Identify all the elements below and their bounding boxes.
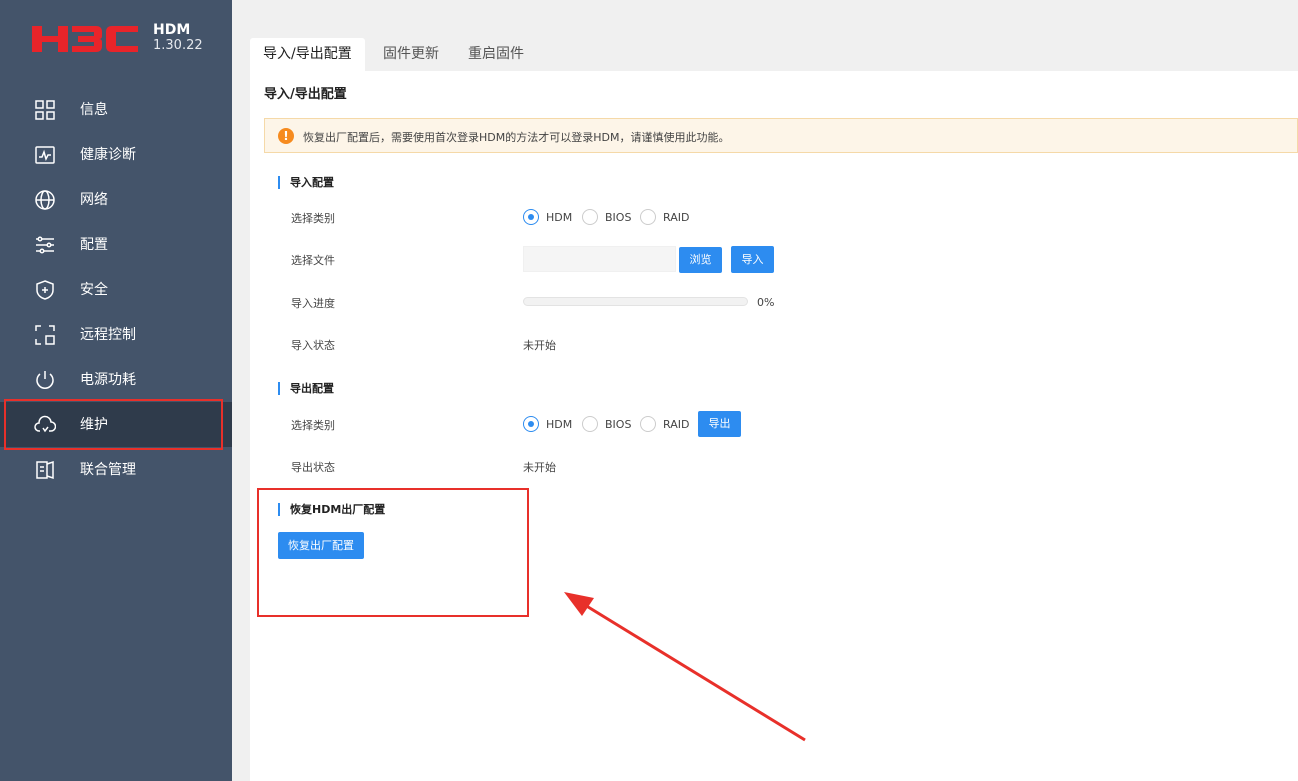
tab-restart-firmware[interactable]: 重启固件 xyxy=(455,38,537,71)
export-button[interactable]: 导出 xyxy=(698,411,741,437)
radio-label: HDM xyxy=(546,210,573,224)
tab-import-export[interactable]: 导入/导出配置 xyxy=(250,38,365,71)
tab-firmware-update[interactable]: 固件更新 xyxy=(370,38,452,71)
radio-circle xyxy=(523,416,539,432)
radio-circle xyxy=(582,416,598,432)
annotation-highlight-restore xyxy=(257,488,529,617)
sidebar-item-label: 电源功耗 xyxy=(80,372,136,388)
sidebar-item-label: 健康诊断 xyxy=(80,147,136,163)
sidebar-item-power[interactable]: 电源功耗 xyxy=(0,357,232,402)
annotation-highlight-maintenance xyxy=(4,399,223,450)
import-status-value: 未开始 xyxy=(523,339,556,352)
radio-label: HDM xyxy=(546,417,573,431)
sidebar-item-config[interactable]: 配置 xyxy=(0,222,232,267)
file-path-input[interactable] xyxy=(523,246,676,272)
export-type-label: 选择类别 xyxy=(291,419,335,432)
sidebar-item-label: 联合管理 xyxy=(80,462,136,478)
sidebar-item-label: 远程控制 xyxy=(80,327,136,343)
sidebar-item-label: 配置 xyxy=(80,237,108,253)
radio-circle xyxy=(582,209,598,225)
annotation-arrow xyxy=(564,592,806,742)
export-status-label: 导出状态 xyxy=(291,461,335,474)
file-label: 选择文件 xyxy=(291,254,335,267)
radio-label: BIOS xyxy=(605,417,632,431)
product-version: 1.30.22 xyxy=(153,38,203,53)
radio-circle xyxy=(640,416,656,432)
health-monitor-icon xyxy=(34,144,56,166)
import-type-label: 选择类别 xyxy=(291,212,335,225)
product-name: HDM xyxy=(153,22,191,38)
sidebar-item-info[interactable]: 信息 xyxy=(0,87,232,132)
sidebar-item-health[interactable]: 健康诊断 xyxy=(0,132,232,177)
sidebar-item-federation[interactable]: 联合管理 xyxy=(0,447,232,492)
shield-icon xyxy=(34,279,56,301)
export-section-title: 导出配置 xyxy=(278,382,334,395)
warning-alert: ! 恢复出厂配置后，需要使用首次登录HDM的方法才可以登录HDM，请谨慎使用此功… xyxy=(264,118,1298,153)
sidebar-item-network[interactable]: 网络 xyxy=(0,177,232,222)
page-title: 导入/导出配置 xyxy=(264,87,347,102)
export-status-value: 未开始 xyxy=(523,461,556,474)
import-radio-hdm[interactable]: HDM xyxy=(523,209,572,225)
globe-icon xyxy=(34,189,56,211)
import-progress-label: 导入进度 xyxy=(291,297,335,310)
radio-circle xyxy=(523,209,539,225)
warning-text: 恢复出厂配置后，需要使用首次登录HDM的方法才可以登录HDM，请谨慎使用此功能。 xyxy=(303,131,730,144)
import-button[interactable]: 导入 xyxy=(731,246,774,273)
brand: HDM 1.30.22 xyxy=(32,22,222,62)
export-radio-bios[interactable]: BIOS xyxy=(582,416,631,432)
power-icon xyxy=(34,369,56,391)
radio-circle xyxy=(640,209,656,225)
import-radio-bios[interactable]: BIOS xyxy=(582,209,631,225)
remote-control-icon xyxy=(34,324,56,346)
federation-icon xyxy=(34,459,56,481)
browse-button[interactable]: 浏览 xyxy=(679,247,722,273)
sidebar-item-label: 网络 xyxy=(80,192,108,208)
radio-label: RAID xyxy=(663,417,690,431)
sidebar-item-label: 信息 xyxy=(80,102,108,118)
h3c-logo xyxy=(32,26,138,52)
export-radio-hdm[interactable]: HDM xyxy=(523,416,572,432)
export-radio-raid[interactable]: RAID xyxy=(640,416,689,432)
import-progress-bar xyxy=(523,297,748,306)
import-radio-raid[interactable]: RAID xyxy=(640,209,689,225)
grid-icon xyxy=(34,99,56,121)
sliders-icon xyxy=(34,234,56,256)
tab-bar: 导入/导出配置 固件更新 重启固件 xyxy=(250,38,1298,71)
warning-icon: ! xyxy=(278,128,294,144)
sidebar-item-security[interactable]: 安全 xyxy=(0,267,232,312)
sidebar-item-label: 安全 xyxy=(80,282,108,298)
radio-label: RAID xyxy=(663,210,690,224)
sidebar-item-remote-control[interactable]: 远程控制 xyxy=(0,312,232,357)
import-progress-text: 0% xyxy=(757,296,775,309)
radio-label: BIOS xyxy=(605,210,632,224)
sidebar: HDM 1.30.22 信息 健康诊断 网络 配置 安全 远程控制 电源功耗 维… xyxy=(0,0,232,781)
import-status-label: 导入状态 xyxy=(291,339,335,352)
import-section-title: 导入配置 xyxy=(278,176,334,189)
